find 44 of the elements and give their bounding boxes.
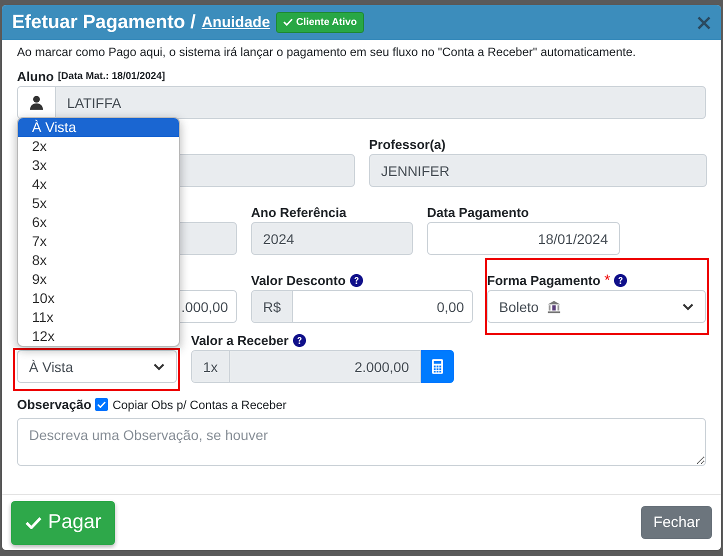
field-label: Ano Referência: [251, 204, 346, 220]
amount-field[interactable]: R$ 0,00: [251, 290, 473, 323]
calculator-icon: [432, 359, 443, 374]
dropdown-option[interactable]: 9x: [18, 270, 179, 289]
dropdown-option[interactable]: 10x: [18, 289, 179, 308]
dropdown-option[interactable]: 12x: [18, 327, 179, 346]
dropdown-option[interactable]: 3x: [18, 156, 179, 175]
dropdown-option[interactable]: 4x: [18, 175, 179, 194]
status-badge: Cliente Ativo: [276, 12, 364, 33]
dialog-link[interactable]: Anuidade: [202, 14, 270, 31]
bank-icon: [546, 300, 561, 314]
close-button[interactable]: Fechar: [641, 506, 712, 539]
dropdown-option[interactable]: 8x: [18, 251, 179, 270]
check-icon: [283, 18, 294, 27]
dropdown-option[interactable]: À Vista: [18, 118, 179, 137]
date-field[interactable]: 18/01/2024: [427, 222, 620, 255]
dropdown-option[interactable]: 5x: [18, 194, 179, 213]
check-icon: [97, 400, 106, 408]
select-field[interactable]: Boleto: [487, 290, 706, 323]
observation-field[interactable]: Descreva uma Observação, se houver: [17, 418, 706, 466]
notice-text: Ao marcar como Pago aqui, o sistema irá lançar o pagamento em seu fluxo no "Conta a Receber" automaticamente.: [17, 45, 637, 59]
field-label: Observação: [17, 397, 92, 412]
field-label: Data Pagamento: [427, 204, 529, 220]
copy-checkbox[interactable]: [95, 398, 108, 411]
check-icon: [25, 516, 42, 530]
close-icon[interactable]: [697, 16, 711, 30]
dropdown-option[interactable]: 6x: [18, 213, 179, 232]
field-label: Professor(a): [369, 136, 446, 152]
field-label: Aluno: [17, 68, 54, 84]
enrollment-date: [Data Mat.: 18/01/2024]: [58, 70, 166, 82]
dropdown-option[interactable]: 11x: [18, 308, 179, 327]
dropdown-option[interactable]: 7x: [18, 232, 179, 251]
required-mark: *: [604, 272, 610, 288]
chevron-down-icon: [682, 302, 694, 310]
field-label: Forma Pagamento: [487, 272, 600, 288]
checkbox-label: Copiar Obs p/ Contas a Receber: [112, 398, 287, 412]
select-field[interactable]: À Vista: [17, 350, 177, 383]
field-label: Valor Desconto: [251, 272, 346, 288]
user-icon: [30, 95, 43, 110]
field-label: Valor a Receber: [191, 332, 289, 348]
chevron-down-icon: [153, 362, 165, 370]
dropdown-option[interactable]: 2x: [18, 137, 179, 156]
student-field[interactable]: LATIFFA: [17, 86, 706, 119]
dialog-title: Efetuar Pagamento /: [12, 12, 196, 34]
